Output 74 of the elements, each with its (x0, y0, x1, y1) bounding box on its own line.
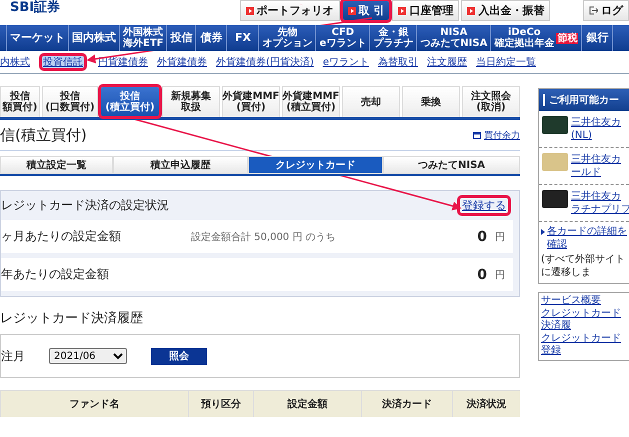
buying-power-link[interactable]: 買付余力 (484, 128, 520, 142)
nav-tab[interactable]: CFD eワラント (316, 25, 370, 51)
play-icon (246, 6, 254, 14)
nav-tab[interactable]: 外国株式 海外ETF (120, 25, 168, 51)
play-icon (348, 6, 356, 14)
nav-tab[interactable]: マーケット (7, 25, 69, 51)
section-title: レジットカード決済履歴 (0, 310, 144, 327)
nav-tab[interactable]: 債券 (196, 25, 228, 51)
header-button[interactable]: 入出金・振替 (461, 0, 550, 21)
sub-nav-link[interactable]: 注文履歴 (426, 55, 467, 69)
sub-nav-link[interactable]: 内株式 (0, 55, 30, 69)
nav-tab[interactable]: 投信 (167, 25, 196, 51)
trade-tab[interactable]: 売却 (342, 86, 400, 117)
setting-amount: 0 (477, 266, 487, 282)
setting-label: 年あたりの設定金額 (1, 266, 110, 283)
nav-tab[interactable]: 金・銀 プラチナ (370, 25, 418, 51)
panel-title: レジットカード決済の設定状況 (1, 196, 169, 214)
header-button[interactable]: ログ (583, 0, 629, 21)
trade-tab[interactable]: 外貨建MMF (買付) (222, 86, 280, 117)
header-button[interactable]: 口座管理 (392, 0, 460, 21)
month-select[interactable]: 2021/06 (49, 348, 127, 364)
play-icon (398, 6, 406, 14)
service-link[interactable]: サービス概要 (541, 295, 627, 308)
nav-tab[interactable]: 銀行 (582, 25, 614, 51)
sub-tab[interactable]: 積立申込履歴 (113, 156, 248, 174)
currency-unit: 円 (495, 230, 505, 244)
trade-tab[interactable]: 外貨建MMF (積立買付) (282, 86, 340, 117)
nav-tab[interactable]: 国内株式 (69, 25, 120, 51)
sub-nav-link[interactable]: eワラント (322, 55, 369, 69)
trade-tab[interactable]: 新規募集 取扱 (162, 86, 220, 117)
header-button[interactable]: ポートフォリオ (240, 0, 340, 21)
trade-tab[interactable]: 乗換 (402, 86, 460, 117)
sub-nav-link[interactable]: 為替取引 (378, 55, 418, 69)
filter-label: 注月 (1, 348, 26, 364)
note-text: (すべて外部サイトに遷移しま (541, 254, 626, 279)
service-link[interactable]: クレジットカード決済履 (541, 308, 627, 332)
sub-nav-link[interactable]: 外貨建債券 (157, 55, 207, 69)
sub-nav-link[interactable]: 外貨建債券(円貨決済) (216, 55, 314, 69)
logout-icon (589, 6, 598, 15)
sub-tab[interactable]: 積立設定一覧 (0, 156, 113, 174)
service-link[interactable]: クレジットカード登録 (541, 332, 627, 358)
panel-title: ご利用可能カー (549, 94, 619, 107)
currency-unit: 円 (495, 268, 505, 282)
nav-tab[interactable]: 先物 オプション (259, 25, 316, 51)
play-icon (467, 6, 476, 14)
details-link[interactable]: 各カードの詳細を確認 (547, 226, 629, 251)
nav-tab[interactable]: NISA つみたてNISA (417, 25, 492, 51)
page-title: 信(積立買付) (0, 126, 87, 144)
card-link[interactable]: 三井住友カ ールド (571, 153, 621, 179)
setting-note: 設定金額合計 50,000 円 のうち (191, 230, 337, 244)
column-header: ファンド名 (0, 391, 188, 417)
column-header: 決済状況 (452, 391, 520, 417)
sub-tab[interactable]: つみたてNISA (383, 156, 520, 174)
sub-tab[interactable]: クレジットカード (248, 156, 383, 174)
sub-nav-link[interactable]: 当日約定一覧 (476, 55, 536, 69)
logo-text: SBI証券 (9, 0, 62, 15)
register-link[interactable]: 登録する (459, 196, 509, 214)
column-header: 決済カード (361, 391, 452, 417)
column-header: 預り区分 (188, 391, 253, 417)
nav-tab[interactable]: FX (227, 25, 260, 51)
trade-tab[interactable]: 投信 (口数買付) (42, 86, 98, 117)
query-button[interactable]: 照会 (151, 348, 207, 364)
sub-nav-link[interactable]: 投資信託 (41, 55, 85, 69)
triangle-icon (541, 229, 545, 235)
trade-tab[interactable]: 投信 (積立買付) (100, 86, 160, 117)
setting-amount: 0 (477, 228, 487, 244)
window-icon (473, 132, 481, 138)
column-header: 設定金額 (253, 391, 361, 417)
trade-tab[interactable]: 注文照会 (取消) (462, 86, 520, 117)
setting-label: ヶ月あたりの設定金額 (1, 228, 122, 245)
trade-tab[interactable]: 投信 額買付) (0, 86, 40, 117)
card-link[interactable]: 三井住友カ (NL) (571, 116, 621, 142)
nav-badge: 節税 (556, 32, 578, 44)
header-button[interactable]: 取 引 (342, 0, 390, 21)
